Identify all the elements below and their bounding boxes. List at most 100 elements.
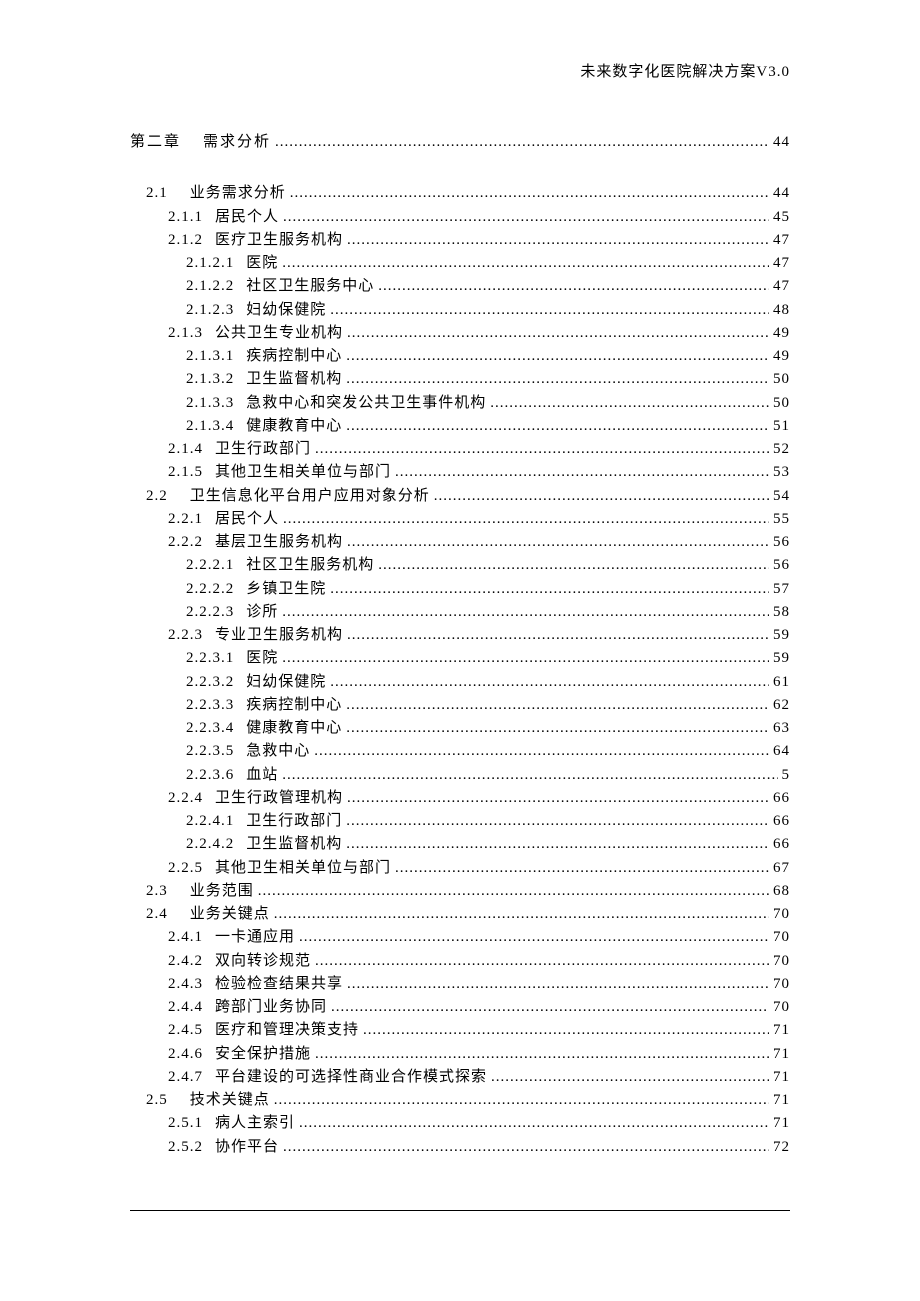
toc-entry-number: 2.1.2: [168, 229, 203, 252]
toc-entry: 2.2.2基层卫生服务机构56: [168, 531, 790, 554]
toc-entry: 2.2.3.3 疾病控制中心 62: [186, 694, 790, 717]
toc-entry: 2.2.3.5急救中心64: [186, 740, 790, 763]
toc-entry-page: 57: [773, 578, 790, 601]
toc-leader-dots: [315, 950, 769, 973]
toc-entry: 2.1.2.2社区卫生服务中心47: [186, 275, 790, 298]
toc-entry-title: 医疗和管理决策支持: [215, 1019, 359, 1042]
toc-entry-title: 公共卫生专业机构: [215, 322, 343, 345]
toc-entry-number: 2.2.3.1: [186, 647, 234, 670]
toc-entry: 2.1.3.4健康教育中心51: [186, 415, 790, 438]
toc-entry-title: 妇幼保健院: [246, 299, 326, 322]
toc-entry-title: 卫生行政管理机构: [215, 787, 343, 810]
toc-entry-page: 48: [773, 299, 790, 322]
toc-entry-page: 72: [773, 1136, 790, 1159]
toc-entry-number: 2.2.3.4: [186, 717, 234, 740]
toc-entry-number: 2.2.3.5: [186, 740, 234, 763]
toc-entry-number: 2.4.7: [168, 1066, 203, 1089]
toc-leader-dots: [282, 601, 769, 624]
toc-entry-title: 卫生行政部门: [246, 810, 342, 833]
toc-entry-title: 卫生行政部门: [215, 438, 311, 461]
toc-entry-page: 63: [773, 717, 790, 740]
toc-entry-title: 疾病控制中心: [246, 694, 342, 717]
toc-entry-title: 其他卫生相关单位与部门: [215, 857, 391, 880]
toc-entry-title: 医院: [246, 252, 278, 275]
toc-leader-dots: [330, 578, 769, 601]
toc-leader-dots: [491, 1066, 769, 1089]
toc-entry-number: 2.4.1: [168, 926, 203, 949]
toc-entry: 2.2.2.2乡镇卫生院57: [186, 578, 790, 601]
toc-entry-title: 专业卫生服务机构: [215, 624, 343, 647]
toc-entry-number: 2.4.3: [168, 973, 203, 996]
toc-entry: 2.1.3.2卫生监督机构50: [186, 368, 790, 391]
toc-entry: 2.2.4.1卫生行政部门66: [186, 810, 790, 833]
toc-entry-number: 2.5.2: [168, 1136, 203, 1159]
toc-entry-title: 社区卫生服务机构: [246, 554, 374, 577]
toc-entry-page: 44: [773, 131, 790, 154]
toc-entry-number: 2.3: [146, 880, 168, 903]
toc-leader-dots: [315, 438, 769, 461]
toc-entry-page: 52: [773, 438, 790, 461]
toc-leader-dots: [347, 322, 769, 345]
toc-leader-dots: [347, 229, 769, 252]
toc-leader-dots: [346, 717, 769, 740]
toc-entry-page: 62: [773, 694, 790, 717]
toc-entry-number: 2.1.3.1: [186, 345, 234, 368]
toc-entry: 2.2卫生信息化平台用户应用对象分析54: [146, 485, 790, 508]
toc-entry-page: 55: [773, 508, 790, 531]
toc-entry: 2.1.3公共卫生专业机构49: [168, 322, 790, 345]
toc-entry: 2.1.3.1疾病控制中心49: [186, 345, 790, 368]
toc-entry-title: 其他卫生相关单位与部门: [215, 461, 391, 484]
toc-entry-number: 2.2.3: [168, 624, 203, 647]
toc-entry-number: 2.1: [146, 182, 168, 205]
toc-entry-page: 58: [773, 601, 790, 624]
toc-leader-dots: [346, 345, 769, 368]
toc-entry-page: 47: [773, 252, 790, 275]
toc-entry-title: 诊所: [246, 601, 278, 624]
toc-leader-dots: [347, 787, 769, 810]
toc-leader-dots: [378, 275, 769, 298]
toc-entry: 2.2.3专业卫生服务机构59: [168, 624, 790, 647]
toc-entry-number: 2.1.5: [168, 461, 203, 484]
toc-entry-page: 50: [773, 368, 790, 391]
toc-leader-dots: [258, 880, 769, 903]
toc-leader-dots: [274, 903, 769, 926]
toc-entry: 2.2.4卫生行政管理机构66: [168, 787, 790, 810]
footer-rule: [130, 1210, 790, 1211]
toc-entry-title: 卫生监督机构: [246, 368, 342, 391]
toc-entry-page: 70: [773, 903, 790, 926]
toc-entry-page: 68: [773, 880, 790, 903]
toc-entry-page: 66: [773, 810, 790, 833]
toc-entry-page: 53: [773, 461, 790, 484]
toc-entry: 2.2.2.1社区卫生服务机构56: [186, 554, 790, 577]
toc-entry-number: 2.2.2.2: [186, 578, 234, 601]
toc-entry-number: 2.2.3.3: [186, 694, 234, 717]
toc-leader-dots: [282, 764, 777, 787]
toc-leader-dots: [395, 857, 769, 880]
toc-entry-title: 跨部门业务协同: [215, 996, 327, 1019]
toc-entry-title: 技术关键点: [190, 1089, 270, 1112]
toc-leader-dots: [314, 740, 769, 763]
toc-entry-page: 70: [773, 926, 790, 949]
toc-leader-dots: [299, 1112, 769, 1135]
toc-leader-dots: [346, 368, 769, 391]
toc-entry: 2.1.1居民个人45: [168, 206, 790, 229]
toc-entry-title: 医院: [246, 647, 278, 670]
toc-entry-number: 2.2: [146, 485, 168, 508]
toc-entry-page: 5: [782, 764, 791, 787]
toc-entry-page: 59: [773, 647, 790, 670]
toc-entry-page: 71: [773, 1019, 790, 1042]
toc-entry-page: 56: [773, 554, 790, 577]
toc-entry: 2.4.3检验检查结果共享70: [168, 973, 790, 996]
toc-leader-dots: [282, 647, 769, 670]
toc-entry: 2.4.1一卡通应用70: [168, 926, 790, 949]
toc-entry-page: 67: [773, 857, 790, 880]
toc-entry-title: 病人主索引: [215, 1112, 295, 1135]
toc-entry-title: 血站: [246, 764, 278, 787]
toc-entry-title: 双向转诊规范: [215, 950, 311, 973]
toc-entry: 2.2.4.2卫生监督机构66: [186, 833, 790, 856]
toc-entry: 2.1.2.1医院47: [186, 252, 790, 275]
toc-leader-dots: [346, 415, 769, 438]
toc-entry-page: 70: [773, 973, 790, 996]
toc-leader-dots: [274, 1089, 769, 1112]
toc-entry-number: 2.2.2: [168, 531, 203, 554]
